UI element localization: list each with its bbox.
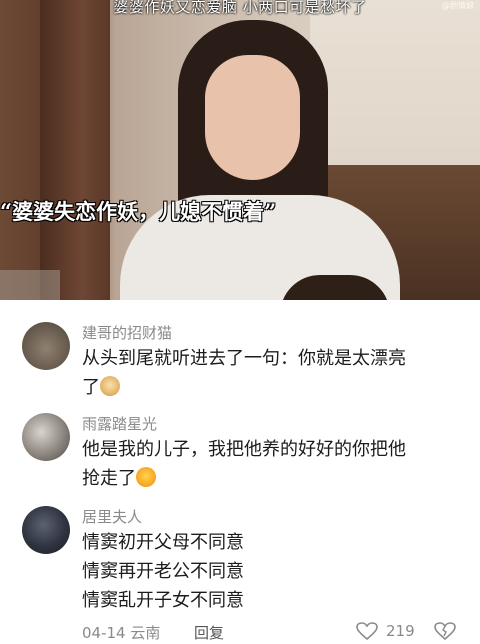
comment-username[interactable]: 居里夫人	[82, 506, 142, 527]
comment-text-line: 从头到尾就听进去了一句：你就是太漂亮	[82, 348, 406, 369]
comment-text-line: 抢走了	[82, 468, 136, 489]
comment-text-line: 了	[82, 377, 100, 398]
comment-username[interactable]: 雨露踏星光	[82, 413, 157, 434]
video-watermark: @剧情娘	[442, 1, 474, 10]
comment-text: 他是我的儿子，我把他养的好好的你把他 抢走了	[82, 435, 442, 493]
blur-overlay	[0, 270, 60, 300]
comment-text-line: 他是我的儿子，我把他养的好好的你把他	[82, 439, 406, 460]
video-subtitle: “婆婆失恋作妖，儿媳不惯着”	[0, 199, 277, 224]
video-title: 婆婆作妖又恋爱脑 小两口可是愁坏了	[113, 0, 367, 16]
person-face	[205, 55, 300, 180]
comment-text-line: 情窦乱开子女不同意	[82, 590, 244, 611]
avatar[interactable]	[22, 413, 70, 461]
broken-heart-icon[interactable]	[434, 622, 456, 644]
comment-text: 情窦初开父母不同意 情窦再开老公不同意 情窦乱开子女不同意	[82, 528, 442, 615]
comment-text: 从头到尾就听进去了一句：你就是太漂亮 了	[82, 344, 442, 402]
comment-text-line-with-emoji: 了	[82, 373, 442, 402]
background-door	[40, 0, 110, 300]
doge-emoji	[100, 376, 120, 396]
avatar[interactable]	[22, 322, 70, 370]
video-frame[interactable]: 婆婆作妖又恋爱脑 小两口可是愁坏了 @剧情娘 “婆婆失恋作妖，儿媳不惯着”	[0, 0, 480, 300]
comment-text-line: 情窦初开父母不同意	[82, 532, 244, 553]
sob-emoji	[136, 467, 156, 487]
comment-username[interactable]: 建哥的招财猫	[82, 322, 172, 343]
comment-text-line-with-emoji: 抢走了	[82, 464, 442, 493]
like-count: 219	[386, 622, 415, 640]
avatar[interactable]	[22, 506, 70, 554]
comment-text-line: 情窦再开老公不同意	[82, 561, 244, 582]
heart-outline-icon[interactable]	[356, 622, 378, 644]
comment-list: 建哥的招财猫 从头到尾就听进去了一句：你就是太漂亮 了 雨露踏星光 他是我的儿子…	[0, 300, 480, 642]
comment-footer: 04-14 云南 回复 219	[82, 622, 472, 642]
